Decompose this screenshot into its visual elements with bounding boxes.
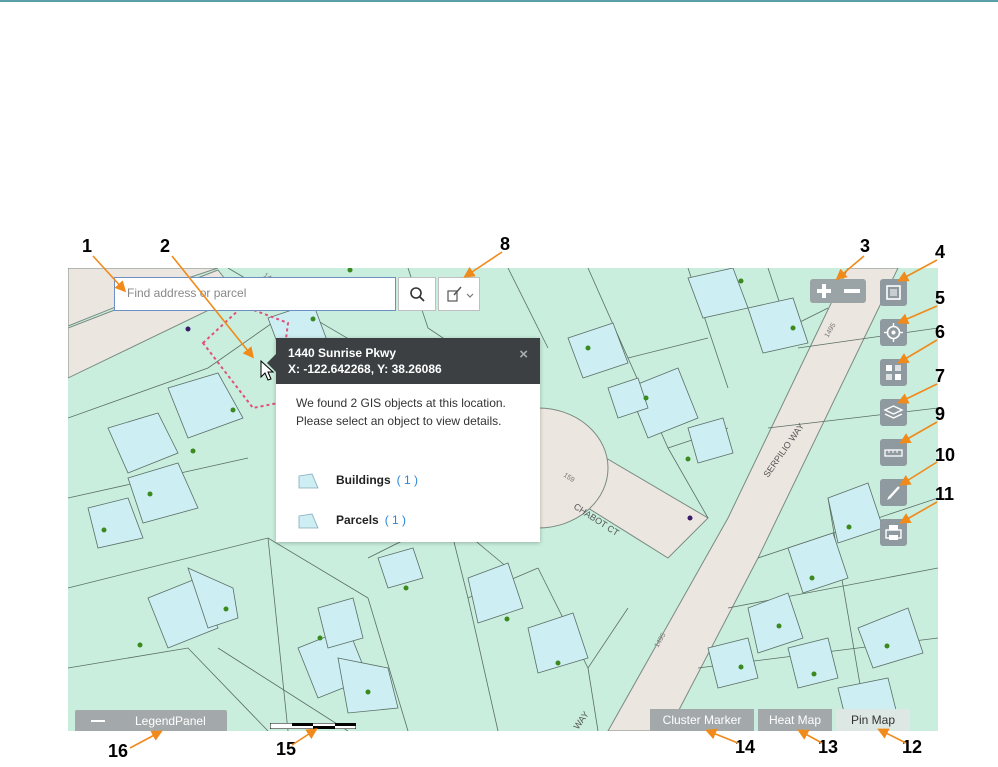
- popup-item-label: Buildings: [336, 473, 391, 488]
- draw-tool-icon: [447, 286, 474, 302]
- arrow-16: [129, 730, 163, 749]
- locate-button[interactable]: [880, 319, 907, 346]
- callout-13: 13: [818, 737, 839, 757]
- layers-icon: [883, 405, 904, 419]
- locate-icon: [884, 323, 903, 342]
- callout-3: 3: [860, 236, 871, 256]
- search-icon: [410, 287, 425, 302]
- pencil-icon: [887, 486, 900, 500]
- heat-map-tab[interactable]: Heat Map: [758, 709, 832, 731]
- mouse-cursor-icon: [260, 360, 275, 381]
- callout-15: 15: [276, 739, 297, 759]
- polygon-icon: [298, 473, 319, 489]
- print-button[interactable]: [880, 519, 907, 546]
- callout-2: 2: [160, 236, 171, 256]
- callout-5: 5: [935, 288, 946, 308]
- polygon-icon: [298, 513, 319, 529]
- callout-1: 1: [82, 236, 93, 256]
- popup-message: We found 2 GIS objects at this location.…: [296, 396, 506, 428]
- callout-14: 14: [735, 737, 756, 757]
- legend-panel-label: LegendPanel: [135, 714, 206, 728]
- map-view[interactable]: SERPILIO WAY CHABOT CT WAY 159 1495 1495…: [68, 268, 938, 731]
- legend-panel-toggle[interactable]: LegendPanel: [75, 710, 227, 731]
- popup-item-count: ( 1 ): [384, 513, 407, 528]
- callout-7: 7: [935, 366, 946, 386]
- full-extent-icon: [886, 285, 901, 300]
- search-box[interactable]: [114, 277, 397, 311]
- zoom-in-button[interactable]: [812, 281, 836, 301]
- ruler-icon: [884, 449, 903, 457]
- grid-icon: [886, 365, 901, 380]
- close-icon[interactable]: ×: [519, 346, 528, 363]
- measure-button[interactable]: [880, 439, 907, 466]
- callout-9: 9: [935, 404, 946, 424]
- popup-address: 1440 Sunrise Pkwy: [288, 346, 397, 360]
- callout-12: 12: [902, 737, 923, 757]
- search-button[interactable]: [398, 277, 436, 311]
- callout-8: 8: [500, 234, 511, 254]
- search-input[interactable]: [115, 278, 397, 308]
- popup-coords: X: -122.642268, Y: 38.26086: [288, 362, 442, 376]
- full-extent-button[interactable]: [880, 279, 907, 306]
- collapse-icon: [91, 720, 105, 722]
- top-divider: [0, 0, 998, 2]
- basemap-gallery-button[interactable]: [880, 359, 907, 386]
- street-label-way: WAY: [571, 709, 590, 731]
- layers-button[interactable]: [880, 399, 907, 426]
- zoom-control: [810, 279, 866, 303]
- cluster-marker-tab[interactable]: Cluster Marker: [650, 709, 754, 731]
- callout-10: 10: [935, 445, 956, 465]
- popup-item-label: Parcels: [336, 513, 379, 528]
- print-icon: [885, 525, 902, 540]
- draw-tool-dropdown[interactable]: [438, 277, 480, 311]
- callout-16: 16: [108, 741, 129, 761]
- minus-icon: [844, 289, 860, 293]
- callout-4: 4: [935, 242, 946, 262]
- popup-item-parcels[interactable]: Parcels ( 1 ): [298, 513, 406, 529]
- draw-button[interactable]: [880, 479, 907, 506]
- callout-11: 11: [935, 484, 955, 504]
- popup-item-buildings[interactable]: Buildings ( 1 ): [298, 473, 418, 489]
- zoom-out-button[interactable]: [840, 281, 864, 301]
- arrow-14: [705, 728, 739, 744]
- popup-header: 1440 Sunrise Pkwy X: -122.642268, Y: 38.…: [276, 338, 540, 384]
- scale-bar: [270, 723, 356, 729]
- identify-popup: 1440 Sunrise Pkwy X: -122.642268, Y: 38.…: [267, 338, 540, 542]
- popup-item-count: ( 1 ): [396, 473, 419, 488]
- callout-6: 6: [935, 322, 946, 342]
- pin-map-tab[interactable]: Pin Map: [836, 709, 910, 731]
